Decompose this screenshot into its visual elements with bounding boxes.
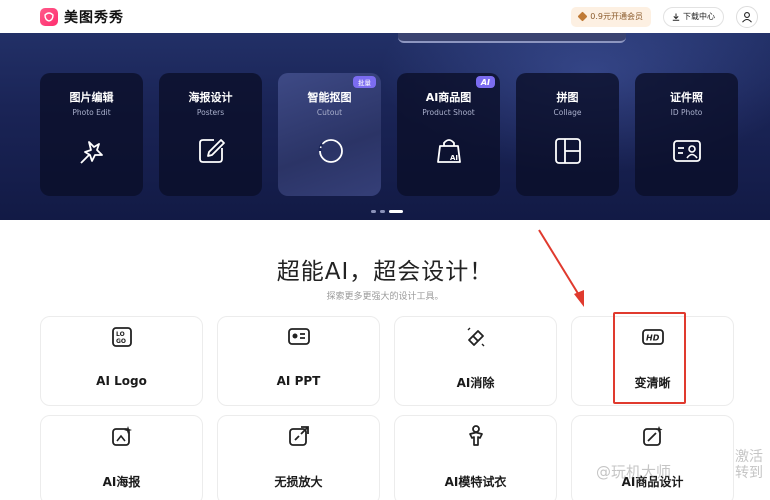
download-center-button[interactable]: 下载中心 [663,6,724,27]
tool-label: 无损放大 [274,475,323,489]
lasso-circle-icon [318,139,343,163]
carousel-dot-active[interactable] [389,210,403,213]
card-title: 智能抠图 [307,91,352,104]
watermark-side-text: 激活 转到 [735,449,763,481]
sparkle-image-icon [110,424,134,448]
download-center-label: 下载中心 [683,12,715,21]
tool-card-enhance-clarity[interactable]: HD 变清晰 [571,316,734,406]
tool-card-ai-poster[interactable]: AI海报 [40,415,203,500]
magic-wand-image-icon [641,424,665,448]
svg-text:HD: HD [646,334,660,343]
tool-label: AI模特试衣 [444,475,507,489]
feature-card-cutout[interactable]: 批量 智能抠图 Cutout [278,73,381,196]
tool-label: AI消除 [456,376,495,390]
ai-badge: AI [475,76,495,88]
card-title: 图片编辑 [69,91,114,104]
diamond-icon [577,11,588,22]
download-icon [672,13,680,21]
card-title: 拼图 [556,91,579,104]
tool-label: AI海报 [102,475,141,489]
eraser-icon [464,325,488,349]
annotation-arrow [538,229,584,307]
top-navigation-bar: 美图秀秀 0.9元开通会员 下载中心 [0,0,770,33]
presentation-icon [287,325,311,349]
expand-image-icon [287,424,311,448]
carousel-indicator[interactable] [371,210,403,213]
tool-label: 变清晰 [634,376,671,390]
hero-banner: 图片编辑 Photo Edit 海报设计 Posters 批量 智能抠图 Cut… [0,33,770,220]
tool-card-ai-product-design[interactable]: AI商品设计 [571,415,734,500]
card-subtitle: Posters [196,108,225,117]
card-subtitle: Collage [553,108,582,117]
svg-text:LO: LO [116,331,125,338]
id-card-icon [672,140,701,162]
pin-magic-icon [79,141,103,164]
card-subtitle: Cutout [316,108,343,117]
app-logo[interactable]: 美图秀秀 [40,7,124,27]
card-subtitle: ID Photo [670,108,703,117]
carousel-dot[interactable] [380,210,385,213]
pen-square-icon [198,139,225,163]
tool-card-ai-erase[interactable]: AI消除 [394,316,557,406]
feature-card-id-photo[interactable]: 证件照 ID Photo [635,73,738,196]
feature-card-collage[interactable]: 拼图 Collage [516,73,619,196]
tool-card-ai-ppt[interactable]: AI PPT [217,316,380,406]
feature-card-product-shoot[interactable]: AI AI商品图 Product Shoot AI [397,73,500,196]
tool-label: AI PPT [276,374,321,388]
tool-card-ai-logo[interactable]: LO GO AI Logo [40,316,203,406]
card-subtitle: Photo Edit [72,108,111,117]
tool-label: AI Logo [96,374,147,388]
tool-card-ai-model-tryon[interactable]: AI模特试衣 [394,415,557,500]
svg-text:AI: AI [450,154,458,162]
carousel-dot[interactable] [371,210,376,213]
feature-card-posters[interactable]: 海报设计 Posters [159,73,262,196]
watermark-text: @玩机大师 [596,463,672,481]
collage-grid-icon [554,138,581,164]
user-icon [742,11,752,23]
ai-bag-icon: AI [436,139,461,163]
user-avatar-button[interactable] [736,5,758,28]
card-subtitle: Product Shoot [422,108,475,117]
meitu-logo-icon [40,7,58,26]
model-outfit-icon [464,424,488,448]
device-illustration [398,33,626,43]
feature-card-photo-edit[interactable]: 图片编辑 Photo Edit [40,73,143,196]
section-subtitle: 探索更多更强大的设计工具。 [326,292,444,302]
hd-icon: HD [641,325,665,349]
card-title: 海报设计 [188,91,233,104]
section-title: 超能AI，超会设计！ [276,259,494,285]
app-name: 美图秀秀 [64,9,124,26]
vip-membership-button[interactable]: 0.9元开通会员 [571,6,651,27]
batch-badge: 批量 [353,76,376,88]
vip-button-label: 0.9元开通会员 [590,12,643,21]
feature-card-row: 图片编辑 Photo Edit 海报设计 Posters 批量 智能抠图 Cut… [40,73,738,196]
svg-text:GO: GO [116,338,126,345]
card-title: 证件照 [670,91,703,104]
tool-card-lossless-upscale[interactable]: 无损放大 [217,415,380,500]
card-title: AI商品图 [425,91,472,104]
logo-box-icon: LO GO [110,325,134,349]
